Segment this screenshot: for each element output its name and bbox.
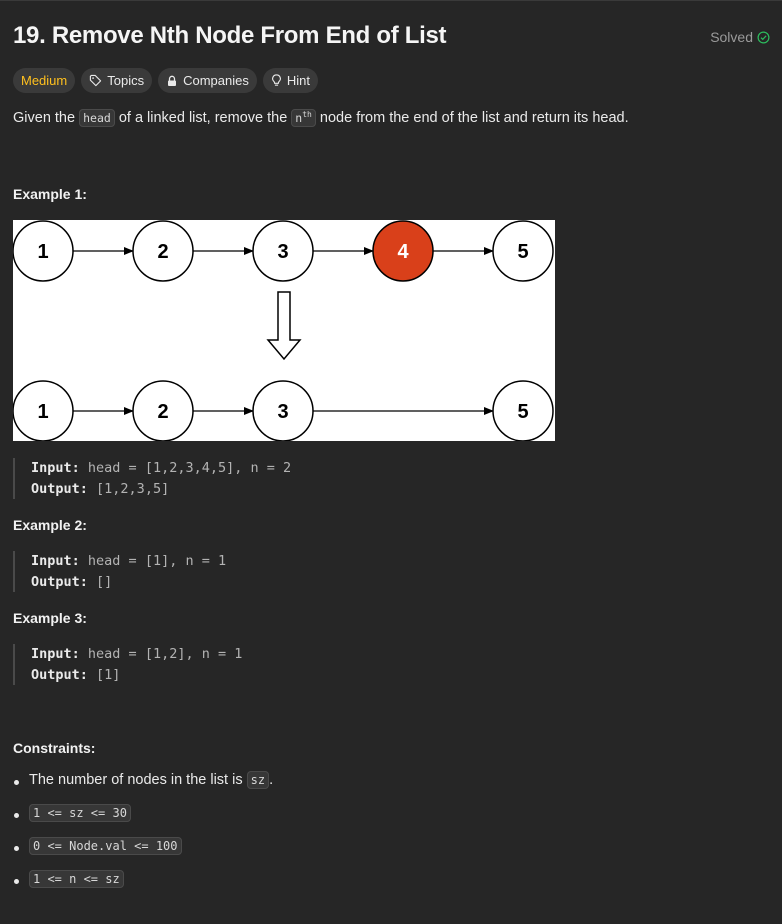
output-label: Output: <box>31 480 88 497</box>
example-1-heading: Example 1: <box>13 186 87 202</box>
bullet-icon <box>14 780 19 785</box>
lightbulb-icon <box>271 74 281 86</box>
output-value: [] <box>96 573 113 590</box>
example-3-heading: Example 3: <box>13 610 87 626</box>
node-value: 2 <box>157 401 168 423</box>
example-3-block: Input: head = [1,2], n = 1 Output: [1] <box>13 644 242 685</box>
constraint-item: 1 <= sz <= 30 <box>13 804 273 838</box>
bullet-icon <box>14 846 19 851</box>
bullet-icon <box>14 813 19 818</box>
output-value: [1,2,3,5] <box>96 480 170 497</box>
node-value: 2 <box>157 241 168 263</box>
example-1-block: Input: head = [1,2,3,4,5], n = 2 Output:… <box>13 458 291 499</box>
input-label: Input: <box>31 553 80 569</box>
lock-icon <box>168 75 177 86</box>
topics-tag[interactable]: Topics <box>81 68 153 93</box>
output-label: Output: <box>31 666 88 683</box>
constraint-code: 0 <= Node.val <= 100 <box>29 837 182 855</box>
topics-label: Topics <box>107 73 145 88</box>
list-after: 1 2 3 5 <box>13 380 554 441</box>
node-value: 1 <box>37 401 48 423</box>
example-1-diagram: 1 2 3 4 5 1 2 3 5 <box>13 220 555 441</box>
constraint-code: 1 <= sz <= 30 <box>29 804 131 822</box>
hint-label: Hint <box>286 73 310 88</box>
constraints-heading: Constraints: <box>13 740 96 756</box>
constraint-item: 1 <= n <= sz <box>13 870 273 904</box>
desc-text: of a linked list, remove the <box>114 110 292 126</box>
output-value: [1] <box>96 666 121 683</box>
companies-tag[interactable]: Companies <box>158 68 257 93</box>
desc-text: node from the end of the list and return… <box>315 110 629 126</box>
constraints-list: The number of nodes in the list is sz. 1… <box>13 771 274 904</box>
node-value: 3 <box>277 401 288 423</box>
example-2-block: Input: head = [1], n = 1 Output: [] <box>13 551 226 592</box>
check-circle-icon <box>757 31 770 43</box>
output-label: Output: <box>31 573 88 590</box>
companies-label: Companies <box>183 73 249 88</box>
node-value: 5 <box>517 401 528 423</box>
constraint-text: . <box>269 772 274 788</box>
input-value: head = [1,2], n = 1 <box>87 646 243 662</box>
desc-text: Given the <box>13 110 80 126</box>
input-label: Input: <box>31 646 80 662</box>
problem-title: 19. Remove Nth Node From End of List <box>13 22 447 49</box>
difficulty-tag: Medium <box>13 68 76 93</box>
bullet-icon <box>14 879 19 884</box>
problem-description: Given the head of a linked list, remove … <box>13 109 629 127</box>
code-head: head <box>79 109 115 127</box>
node-value: 1 <box>37 241 48 263</box>
difficulty-label: Medium <box>21 73 68 88</box>
input-value: head = [1,2,3,4,5], n = 2 <box>87 460 292 476</box>
tag-icon <box>90 74 102 87</box>
constraint-code: 1 <= n <= sz <box>29 870 124 888</box>
solved-label: Solved <box>710 29 753 45</box>
code-n-sup: th <box>302 110 312 120</box>
input-label: Input: <box>31 460 80 476</box>
constraint-item: 0 <= Node.val <= 100 <box>13 837 273 871</box>
solved-status: Solved <box>710 29 770 45</box>
example-2-heading: Example 2: <box>13 517 87 533</box>
hint-tag[interactable]: Hint <box>262 68 318 93</box>
input-value: head = [1], n = 1 <box>87 553 227 569</box>
list-before: 1 2 3 4 5 <box>13 220 554 282</box>
node-value: 5 <box>517 241 528 263</box>
constraint-code: sz <box>246 771 270 789</box>
constraint-item: The number of nodes in the list is sz. <box>13 771 274 805</box>
down-arrow-icon <box>266 291 302 361</box>
tag-bar: Medium Topics Companies Hint <box>13 68 318 93</box>
node-value: 3 <box>277 241 288 263</box>
top-divider <box>0 0 782 1</box>
node-value: 4 <box>397 241 409 263</box>
code-n: nth <box>291 109 316 127</box>
constraint-text: The number of nodes in the list is <box>29 772 247 788</box>
